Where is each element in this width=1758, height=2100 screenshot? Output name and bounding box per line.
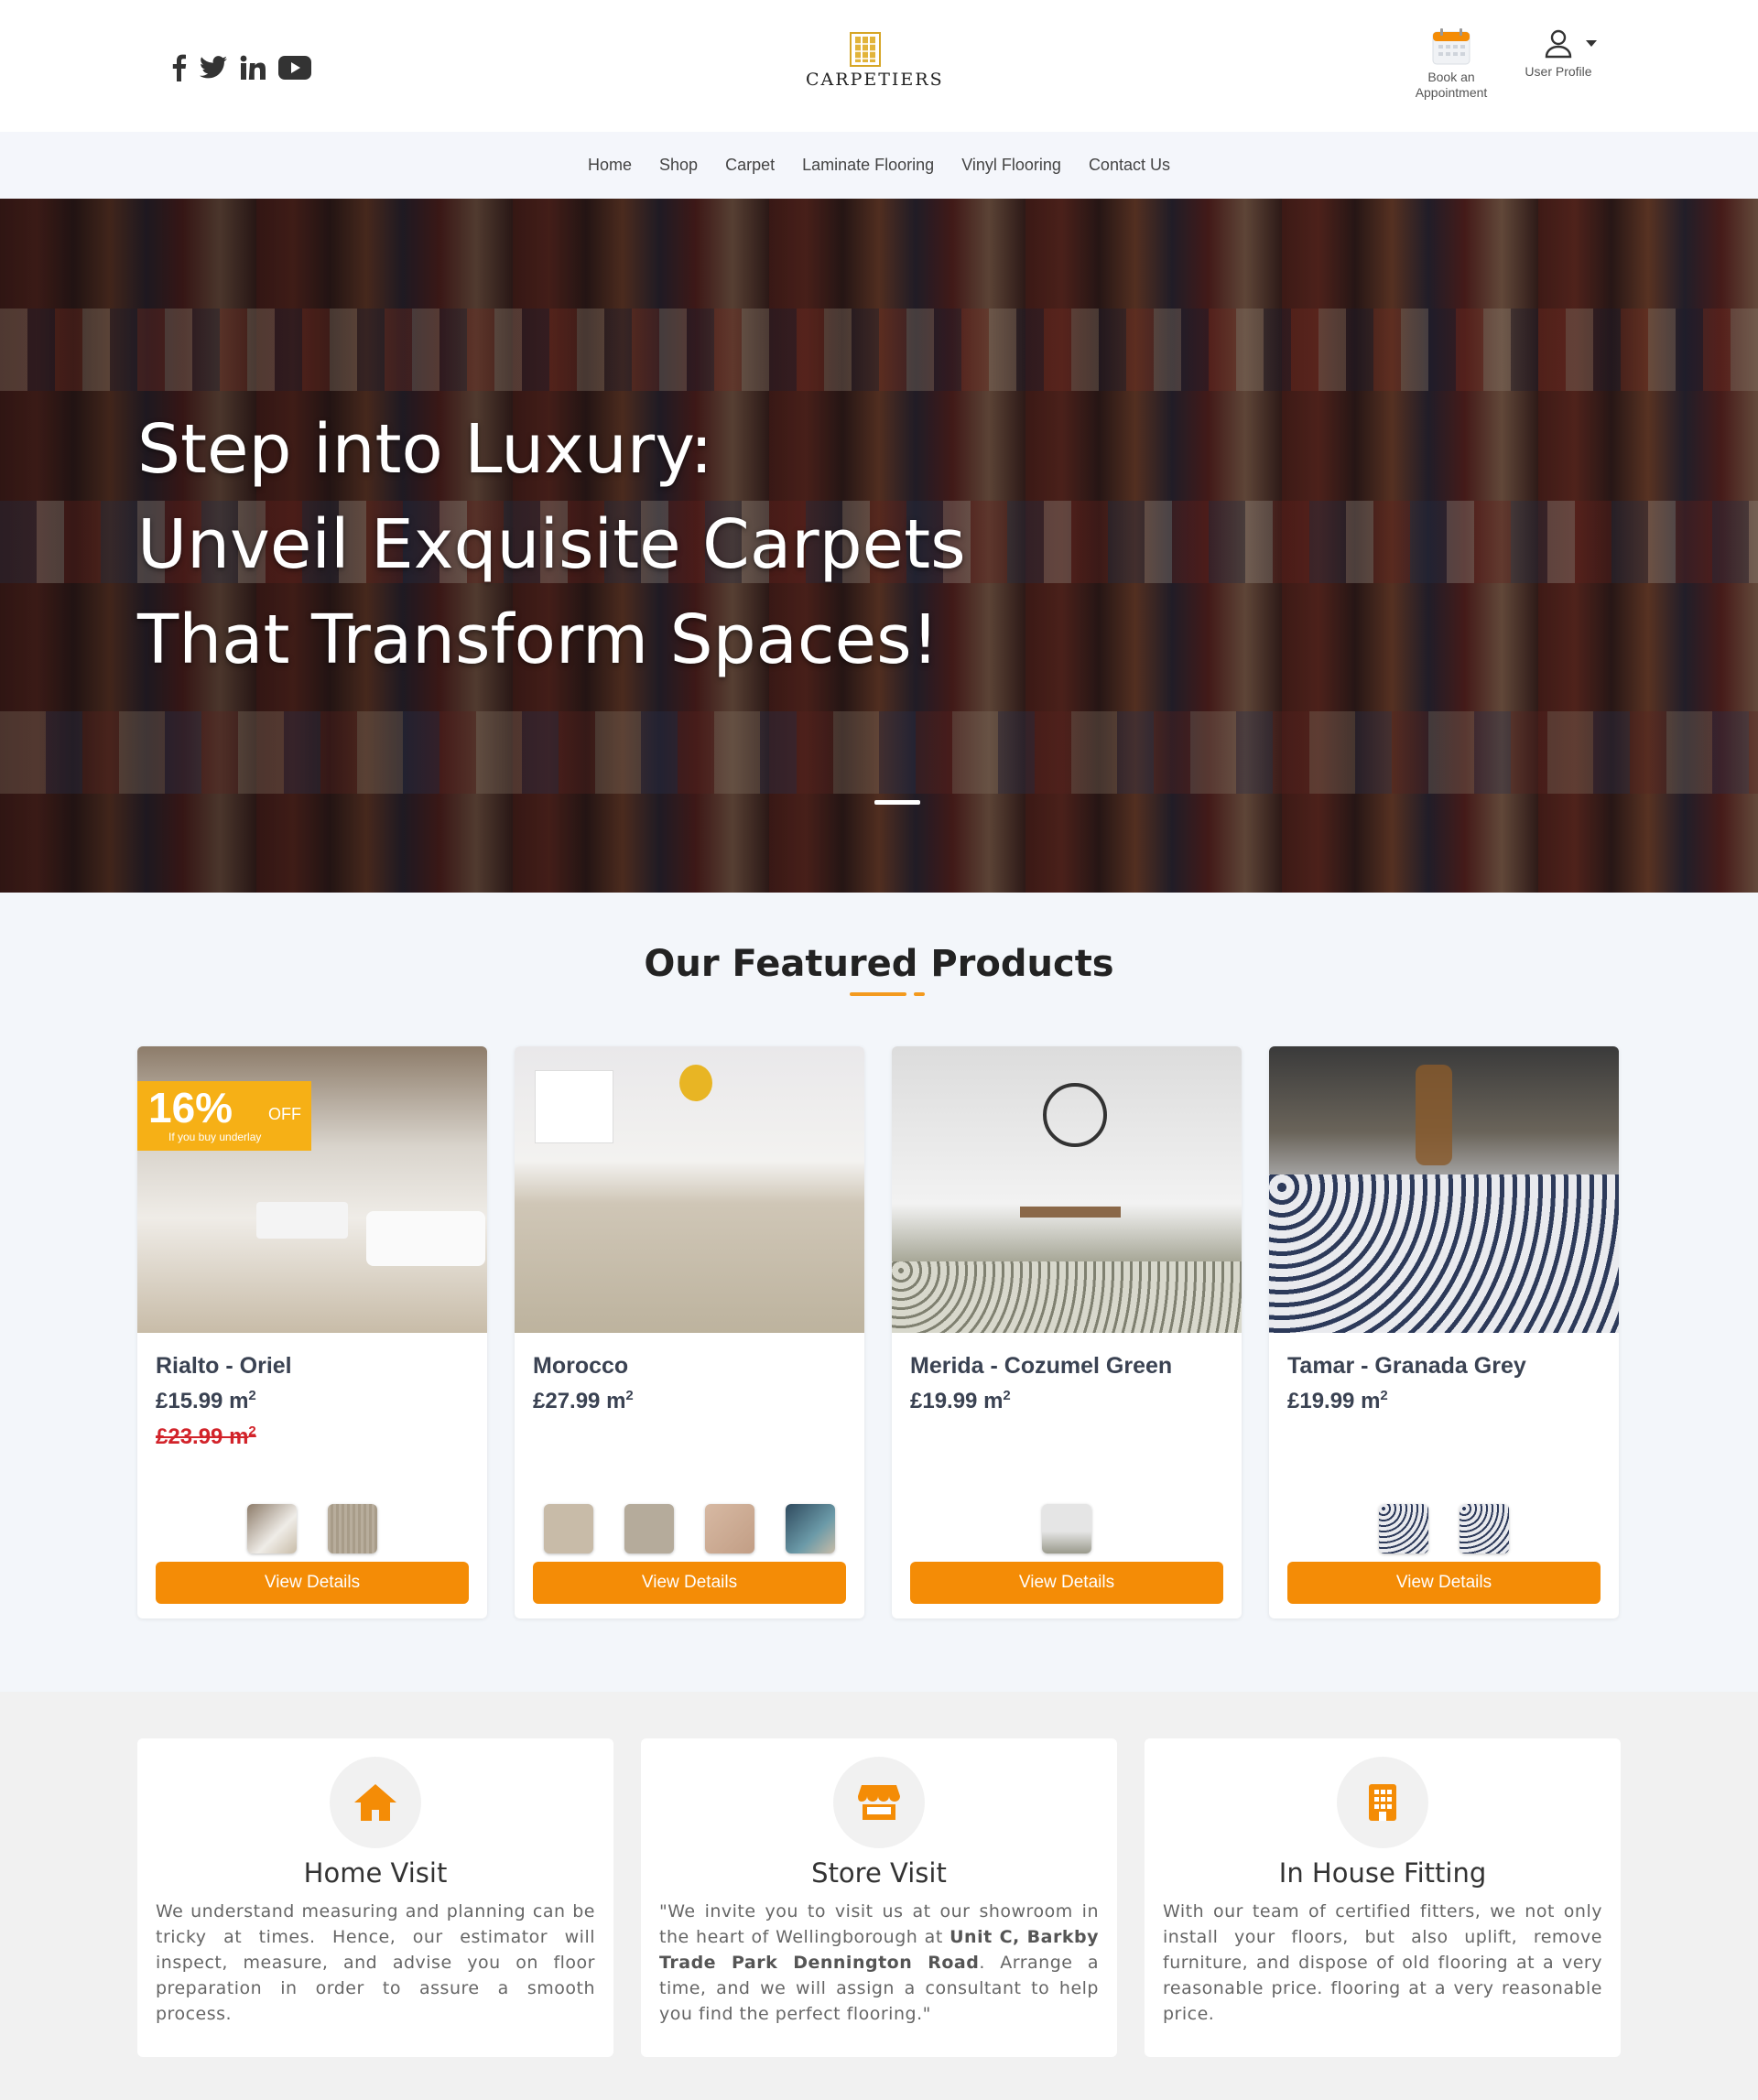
image-detail [1269, 1174, 1619, 1333]
image-detail [892, 1261, 1242, 1333]
thumbnail[interactable] [544, 1504, 593, 1553]
view-details-button[interactable]: View Details [1287, 1562, 1601, 1604]
service-title: Home Visit [303, 1857, 448, 1889]
hero-banner: Step into Luxury: Unveil Exquisite Carpe… [0, 199, 1758, 893]
product-card[interactable]: Morocco £27.99 m2 View Details [515, 1046, 864, 1618]
store-icon [833, 1757, 925, 1848]
title-underline-dot [914, 992, 925, 996]
thumbnail[interactable] [1460, 1504, 1509, 1553]
featured-title: Our Featured Products [644, 943, 1114, 985]
product-card[interactable]: Tamar - Granada Grey £19.99 m2 View Deta… [1269, 1046, 1619, 1618]
product-name[interactable]: Merida - Cozumel Green [910, 1353, 1172, 1380]
image-detail [1020, 1207, 1121, 1218]
product-name[interactable]: Tamar - Granada Grey [1287, 1353, 1526, 1380]
product-old-price: £23.99 m2 [156, 1423, 256, 1449]
product-price: £19.99 m2 [910, 1388, 1011, 1413]
book-label-line2: Appointment [1415, 85, 1488, 100]
carousel-indicator[interactable] [874, 800, 920, 805]
nav-shop[interactable]: Shop [659, 156, 698, 175]
product-name[interactable]: Rialto - Oriel [156, 1353, 292, 1380]
service-text: With our team of certified fitters, we n… [1163, 1901, 1602, 2024]
service-card-store-visit: Store Visit "We invite you to visit us a… [641, 1738, 1117, 2057]
hero-line-3: That Transform Spaces! [137, 601, 939, 679]
book-appointment-button[interactable]: Book an Appointment [1405, 27, 1497, 101]
service-card-in-house-fitting: In House Fitting With our team of certif… [1145, 1738, 1621, 2057]
service-title: Store Visit [811, 1857, 947, 1889]
logo-text: CARPETIERS [806, 70, 944, 90]
image-detail [1043, 1083, 1107, 1147]
badge-off: OFF [268, 1105, 301, 1123]
nav-vinyl-flooring[interactable]: Vinyl Flooring [961, 156, 1061, 175]
product-thumbnails [515, 1504, 864, 1553]
product-thumbnails [137, 1504, 487, 1553]
service-text: "We invite you to visit us at our showro… [659, 1901, 1099, 2024]
product-card[interactable]: 16% OFF If you buy underlay Rialto - Ori… [137, 1046, 487, 1618]
user-profile-button[interactable]: User Profile [1513, 27, 1604, 80]
calendar-icon [1432, 28, 1470, 65]
product-image[interactable] [892, 1046, 1242, 1333]
main-nav: Home Shop Carpet Laminate Flooring Vinyl… [0, 132, 1758, 199]
image-detail [535, 1070, 613, 1143]
hero-title: Step into Luxury: Unveil Exquisite Carpe… [137, 402, 966, 687]
chevron-down-icon [1586, 40, 1597, 47]
product-thumbnails [1269, 1504, 1619, 1553]
product-price: £19.99 m2 [1287, 1388, 1388, 1413]
home-icon [330, 1757, 421, 1848]
logo-mark-icon [850, 32, 881, 67]
nav-home[interactable]: Home [588, 156, 632, 175]
user-profile-label: User Profile [1525, 64, 1592, 79]
thumbnail[interactable] [624, 1504, 674, 1553]
site-logo[interactable]: CARPETIERS [806, 31, 944, 101]
social-links [172, 49, 311, 86]
twitter-icon[interactable] [200, 49, 227, 86]
service-text: We understand measuring and planning can… [156, 1901, 595, 2024]
thumbnail[interactable] [705, 1504, 754, 1553]
product-name[interactable]: Morocco [533, 1353, 628, 1380]
linkedin-icon[interactable] [240, 49, 266, 86]
product-thumbnails [892, 1504, 1242, 1553]
view-details-button[interactable]: View Details [156, 1562, 469, 1604]
badge-percent: 16% [148, 1084, 233, 1131]
site-header: CARPETIERS Book an Appointment User Prof… [0, 0, 1758, 132]
title-underline [850, 992, 906, 996]
book-label-line1: Book an [1427, 70, 1475, 84]
product-image[interactable] [1269, 1046, 1619, 1333]
view-details-button[interactable]: View Details [533, 1562, 846, 1604]
youtube-icon[interactable] [278, 49, 311, 86]
image-detail [1416, 1065, 1452, 1165]
hero-line-1: Step into Luxury: [137, 410, 713, 489]
thumbnail[interactable] [247, 1504, 297, 1553]
product-price: £15.99 m2 [156, 1388, 256, 1413]
thumbnail[interactable] [1042, 1504, 1091, 1553]
hero-line-2: Unveil Exquisite Carpets [137, 505, 966, 584]
image-detail [679, 1065, 712, 1101]
view-details-button[interactable]: View Details [910, 1562, 1223, 1604]
discount-badge: 16% OFF If you buy underlay [137, 1081, 311, 1151]
building-icon [1337, 1757, 1428, 1848]
product-image[interactable] [515, 1046, 864, 1333]
product-price: £27.99 m2 [533, 1388, 634, 1413]
badge-subtext: If you buy underlay [168, 1131, 262, 1143]
product-card[interactable]: Merida - Cozumel Green £19.99 m2 View De… [892, 1046, 1242, 1618]
nav-laminate-flooring[interactable]: Laminate Flooring [802, 156, 934, 175]
service-title: In House Fitting [1278, 1857, 1487, 1889]
thumbnail[interactable] [786, 1504, 835, 1553]
image-detail [366, 1211, 485, 1266]
thumbnail[interactable] [1379, 1504, 1428, 1553]
nav-contact-us[interactable]: Contact Us [1089, 156, 1170, 175]
service-card-home-visit: Home Visit We understand measuring and p… [137, 1738, 613, 2057]
user-icon [1545, 29, 1572, 59]
facebook-icon[interactable] [172, 49, 187, 86]
nav-carpet[interactable]: Carpet [725, 156, 775, 175]
product-image[interactable]: 16% OFF If you buy underlay [137, 1046, 487, 1333]
product-list: 16% OFF If you buy underlay Rialto - Ori… [137, 1046, 1621, 1618]
thumbnail[interactable] [328, 1504, 377, 1553]
image-detail [256, 1202, 348, 1239]
